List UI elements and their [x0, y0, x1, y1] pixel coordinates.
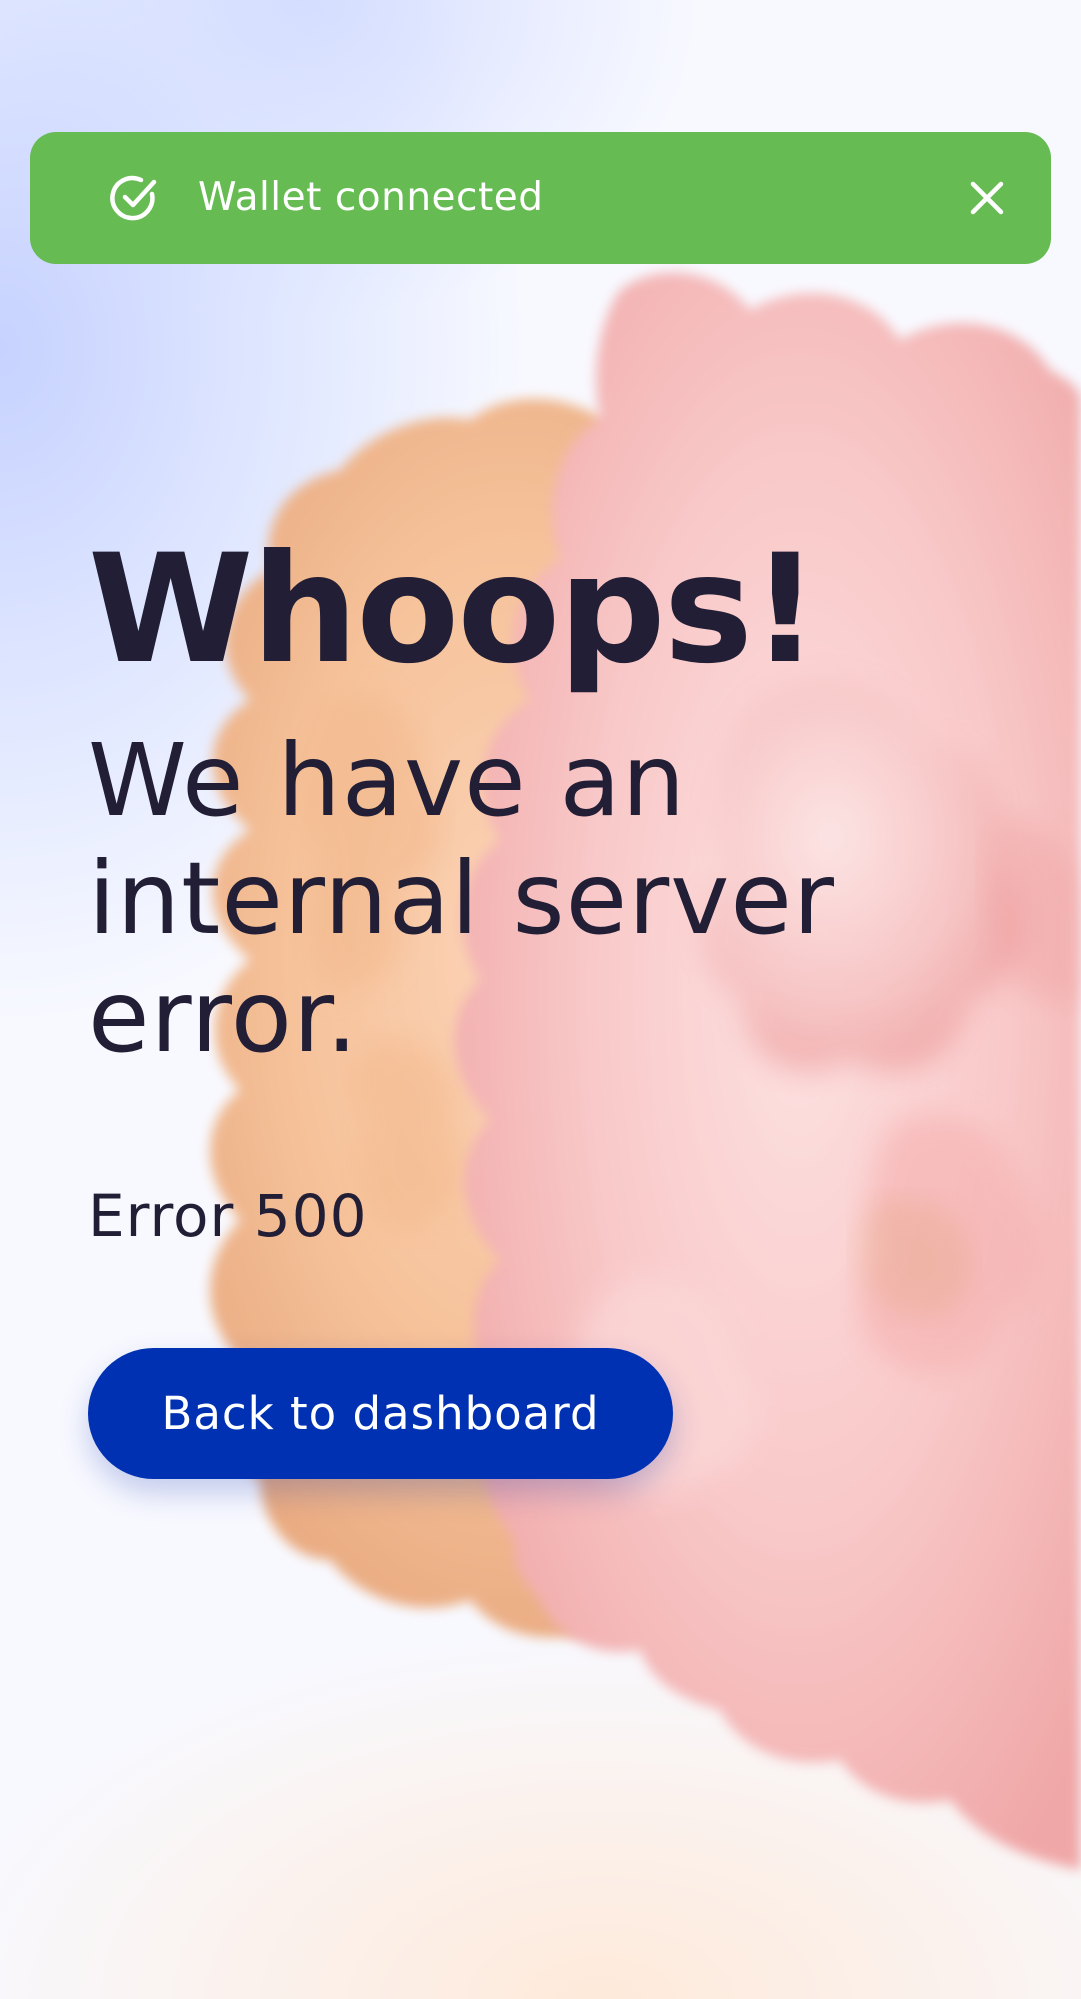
error-page: Wallet connected Whoops! We have an inte…	[0, 0, 1081, 1999]
close-icon[interactable]	[967, 178, 1007, 218]
toast-notification: Wallet connected	[30, 132, 1051, 264]
toast-message: Wallet connected	[198, 175, 544, 220]
page-title: Whoops!	[88, 523, 819, 697]
check-circle-icon	[110, 175, 157, 221]
back-to-dashboard-button[interactable]: Back to dashboard	[88, 1348, 673, 1479]
error-description: We have an internal server error.	[88, 722, 836, 1075]
error-code: Error 500	[88, 1182, 368, 1250]
